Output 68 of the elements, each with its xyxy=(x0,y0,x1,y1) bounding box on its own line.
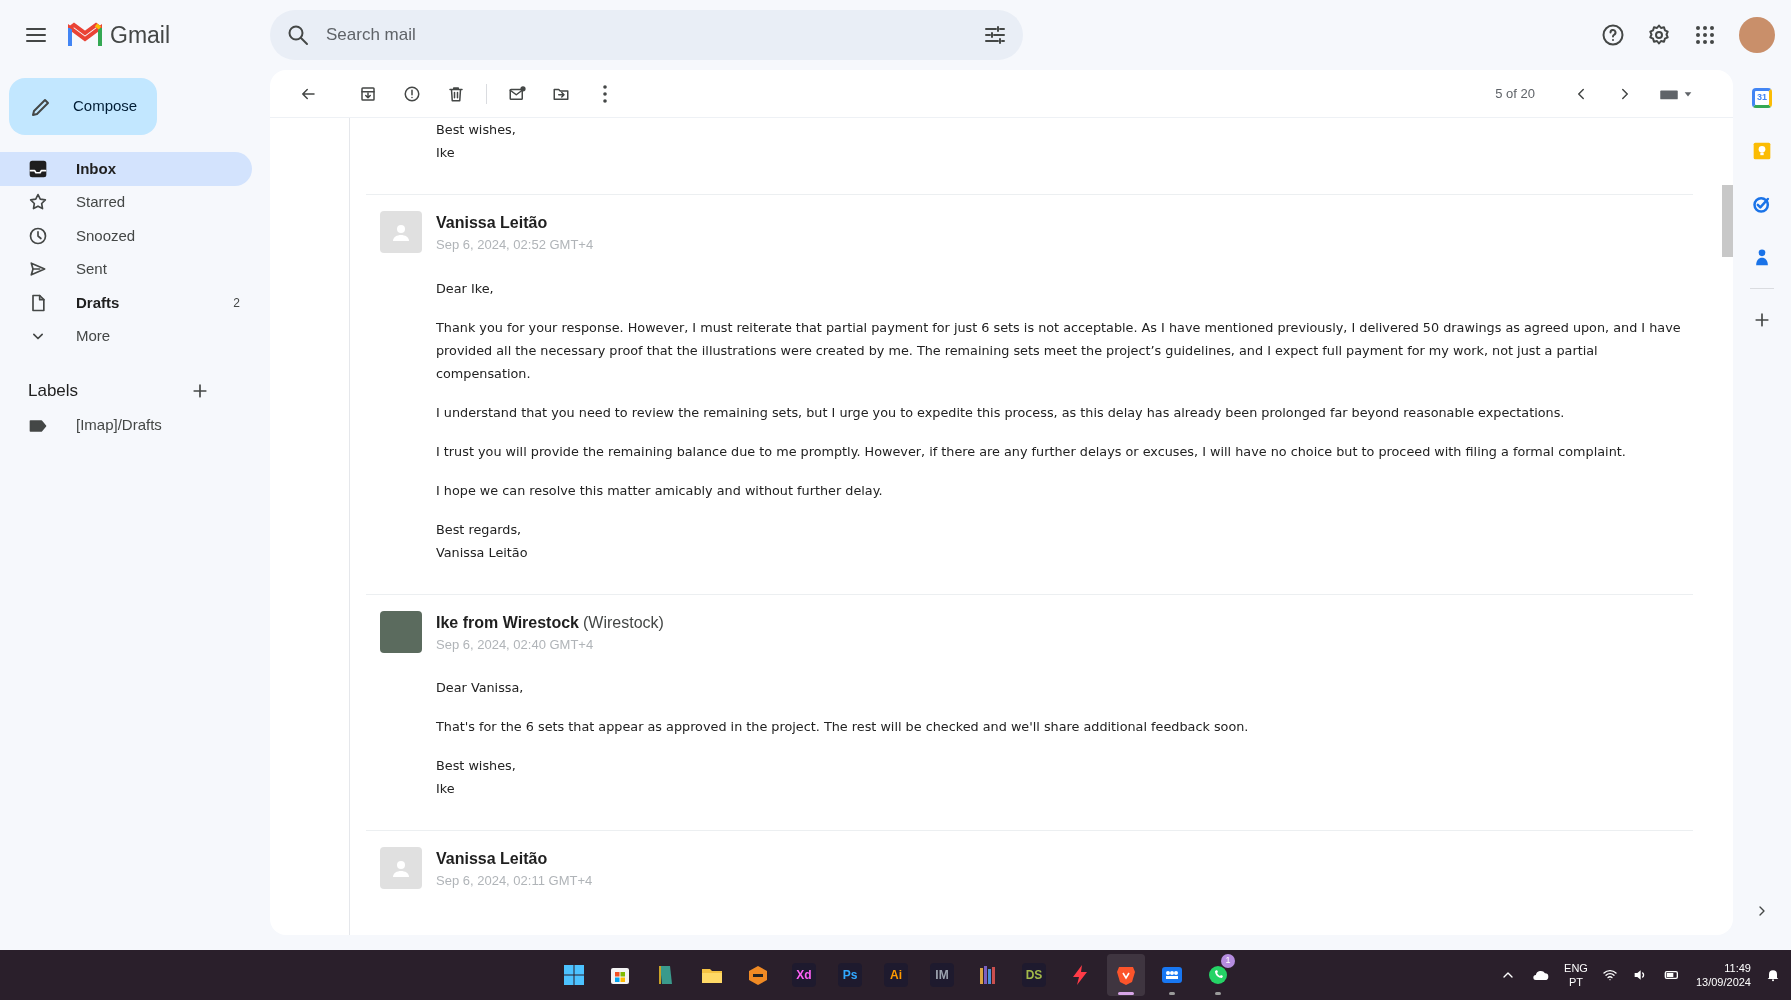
paragraph: I trust you will provide the remaining balance due to me promptly. However, if there are any further delays or excuses, I will have no choice but to proceed with filing a formal complaint. xyxy=(436,442,1627,461)
settings-icon xyxy=(1647,23,1671,47)
sender-name: Vanissa Leitão xyxy=(436,213,548,233)
nav-item[interactable]: Drafts 2 xyxy=(0,286,252,320)
running-indicator xyxy=(1169,992,1175,995)
sender-name: Vanissa Leitão xyxy=(436,849,548,869)
message-date: Sep 6, 2024, 02:40 GMT+4 xyxy=(436,635,595,654)
clock-icon xyxy=(28,225,48,246)
paragraph: Best wishes, Ike xyxy=(436,121,517,162)
help-button[interactable] xyxy=(1601,23,1625,47)
taskbar-app-button[interactable]: Xd xyxy=(785,954,823,996)
sender-name: Ike from Wirestock xyxy=(436,612,579,633)
envelope-logo-icon xyxy=(68,22,102,48)
windows-logo-icon xyxy=(562,963,586,987)
inbox-icon xyxy=(28,158,48,179)
spam-icon xyxy=(403,84,421,103)
clock[interactable]: 11:49 13/09/2024 xyxy=(1695,961,1751,989)
message-date: Sep 6, 2024, 02:11 GMT+4 xyxy=(436,872,593,890)
scrollbar-thumb[interactable] xyxy=(1722,185,1733,257)
running-indicator xyxy=(1118,992,1134,995)
paragraph: Dear Vanissa, xyxy=(436,679,525,697)
message-date: Sep 6, 2024, 02:52 GMT+4 xyxy=(436,236,594,254)
taskbar-app-button[interactable]: Ps xyxy=(831,954,869,996)
nav-item[interactable]: Sent xyxy=(0,252,252,286)
calendar-button[interactable]: 31 xyxy=(1752,88,1772,108)
label-item[interactable]: [Imap]/Drafts xyxy=(0,409,270,442)
box-icon xyxy=(746,963,770,987)
more-icon xyxy=(603,84,607,103)
avatar[interactable] xyxy=(1739,17,1775,53)
paragraph: I hope we can resolve this matter amicably and without further delay. xyxy=(436,481,884,500)
page-counter: 5 of 20 xyxy=(1495,84,1535,103)
taskbar-app-button[interactable]: DS xyxy=(1015,954,1053,996)
mark-unread-icon xyxy=(508,84,526,103)
taskbar-app-button[interactable] xyxy=(1107,954,1145,996)
paragraph: I understand that you need to review the remaining sets, but I urge you to expedite this process, as this delay has already been prolonged far beyond reasonable expectations. xyxy=(436,403,1566,422)
apps-grid-button[interactable] xyxy=(1693,23,1717,47)
check-circle-icon xyxy=(1752,194,1772,214)
taskbar-app-button[interactable]: Ai xyxy=(877,954,915,996)
nav-item[interactable]: Snoozed xyxy=(0,219,252,253)
paragraph: Thank you for your response. However, I must reiterate that partial payment for just 6 sets is not acceptable. As I have mentioned previously, I delivered 50 drawings as agreed upon, and I have provided all the necessary proof that the illustrations were created by me. The remaining sets meet the project’s guidelines, and I expect full payment for my work, not just a partial compensation. xyxy=(436,318,1682,383)
lightbulb-icon xyxy=(1752,141,1772,161)
delete-icon xyxy=(447,84,465,103)
search-field[interactable]: Search mail xyxy=(326,22,967,48)
notification-badge: 1 xyxy=(1221,954,1235,968)
compose-button[interactable]: Compose xyxy=(9,78,157,135)
search-icon xyxy=(286,23,310,47)
taskbar-app-button[interactable]: IM xyxy=(923,954,961,996)
help-icon xyxy=(1601,23,1625,47)
settings-button[interactable] xyxy=(1647,23,1671,47)
chat-bubble-icon xyxy=(1206,963,1230,987)
app-name: Gmail xyxy=(110,20,171,50)
language-indicator[interactable]: ENG PT xyxy=(1564,961,1588,989)
filter-sliders-icon xyxy=(983,23,1007,47)
bell-icon xyxy=(1765,967,1781,983)
sender-company: (Wirestock) xyxy=(583,612,664,633)
running-indicator xyxy=(1215,992,1221,995)
wifi-icon xyxy=(1601,967,1618,983)
paragraph: Best regards, Vanissa Leitão xyxy=(436,520,529,562)
archive-icon xyxy=(359,84,377,103)
labels-heading: Labels xyxy=(28,380,79,403)
nav-item[interactable]: Inbox xyxy=(0,152,252,186)
paragraph: That's for the 6 sets that appear as approved in the project. The rest will be checked and we'll share additional feedback soon. xyxy=(436,718,1250,736)
nav-item[interactable]: More xyxy=(0,319,252,353)
paragraph: Dear Ike, xyxy=(436,279,495,298)
paragraph: Best wishes, Ike xyxy=(436,757,517,798)
apps-grid-icon xyxy=(1693,23,1717,47)
search-bar[interactable]: Search mail xyxy=(270,10,1023,60)
nav-item[interactable]: Starred xyxy=(0,185,252,219)
